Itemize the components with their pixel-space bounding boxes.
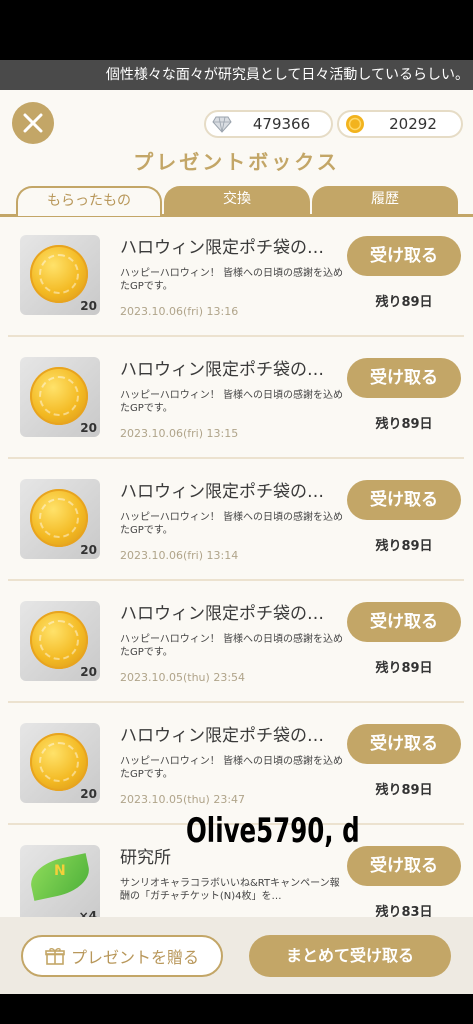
item-thumbnail: 20 (20, 601, 100, 681)
gem-count: 479366 (252, 115, 311, 133)
receive-button[interactable]: 受け取る (347, 480, 461, 520)
item-title: ハロウィン限定ポチ袋の… (120, 360, 324, 380)
gold-coin-icon (30, 489, 88, 547)
receive-all-button[interactable]: まとめて受け取る (249, 935, 451, 977)
status-bar (0, 0, 473, 60)
item-date: 2023.10.05(thu) 23:54 (120, 671, 246, 684)
coin-counter: 20292 (337, 110, 463, 138)
item-date: 2023.10.06(fri) 13:15 (120, 427, 239, 440)
tab-bar: もらったもの 交換 履歴 (0, 186, 473, 216)
item-title: ハロウィン限定ポチ袋の… (120, 482, 324, 502)
item-thumbnail: 20 (20, 723, 100, 803)
item-thumbnail: N ×4 (20, 845, 100, 917)
item-description: ハッピーハロウィン！ 皆様への日頃の感謝を込めたGPです。 (120, 634, 343, 658)
item-title: ハロウィン限定ポチ袋の… (120, 604, 324, 624)
tab-exchange[interactable]: 交換 (164, 186, 310, 214)
receive-button[interactable]: 受け取る (347, 724, 461, 764)
watermark-text: Olive5790, d (186, 811, 360, 851)
receive-button[interactable]: 受け取る (347, 236, 461, 276)
gold-coin-icon (30, 611, 88, 669)
send-present-button[interactable]: プレゼントを贈る (21, 935, 223, 977)
item-quantity: 20 (80, 299, 97, 313)
item-thumbnail: 20 (20, 235, 100, 315)
ticket-letter: N (54, 863, 66, 879)
close-icon (23, 113, 43, 133)
news-ticker: 個性様々な面々が研究員として日々活動しているらしい。 (0, 60, 473, 90)
item-quantity: 20 (80, 665, 97, 679)
item-thumbnail: 20 (20, 357, 100, 437)
gold-coin-icon (30, 367, 88, 425)
remaining-days: 残り89日 (375, 661, 433, 676)
item-description: ハッピーハロウィン！ 皆様への日頃の感謝を込めたGPです。 (120, 512, 343, 536)
remaining-days: 残り89日 (375, 295, 433, 310)
remaining-days: 残り83日 (375, 905, 433, 917)
tab-history[interactable]: 履歴 (312, 186, 458, 214)
item-date: 2023.10.06(fri) 13:14 (120, 549, 239, 562)
remaining-days: 残り89日 (375, 539, 433, 554)
item-quantity: 20 (80, 787, 97, 801)
item-date: 2023.10.05(thu) 23:47 (120, 793, 246, 806)
list-item: 20 ハロウィン限定ポチ袋の… ハッピーハロウィン！ 皆様への日頃の感謝を込めた… (8, 217, 464, 337)
remaining-days: 残り89日 (375, 783, 433, 798)
item-thumbnail: 20 (20, 479, 100, 559)
item-description: ハッピーハロウィン！ 皆様への日頃の感謝を込めたGPです。 (120, 268, 343, 292)
receive-button[interactable]: 受け取る (347, 602, 461, 642)
item-title: ハロウィン限定ポチ袋の… (120, 726, 324, 746)
list-item: 20 ハロウィン限定ポチ袋の… ハッピーハロウィン！ 皆様への日頃の感謝を込めた… (8, 461, 464, 581)
gold-coin-icon (30, 733, 88, 791)
item-quantity: 20 (80, 543, 97, 557)
coin-icon (346, 115, 364, 133)
tab-received[interactable]: もらったもの (16, 186, 162, 216)
send-present-label: プレゼントを贈る (70, 948, 199, 967)
item-quantity: ×4 (78, 909, 97, 917)
gold-coin-icon (30, 245, 88, 303)
diamond-icon (212, 116, 232, 133)
item-description: ハッピーハロウィン！ 皆様への日頃の感謝を込めたGPです。 (120, 390, 343, 414)
present-box-screen: 479366 20292 プレゼントボックス もらったもの 交換 履歴 20 ハ… (0, 90, 473, 994)
item-date: 2023.10.06(fri) 13:16 (120, 305, 239, 318)
gift-icon (45, 948, 65, 965)
list-item: 20 ハロウィン限定ポチ袋の… ハッピーハロウィン！ 皆様への日頃の感謝を込めた… (8, 339, 464, 459)
remaining-days: 残り89日 (375, 417, 433, 432)
close-button[interactable] (12, 102, 54, 144)
list-item: 20 ハロウィン限定ポチ袋の… ハッピーハロウィン！ 皆様への日頃の感謝を込めた… (8, 705, 464, 825)
bottom-bar (0, 994, 473, 1024)
item-description: ハッピーハロウィン！ 皆様への日頃の感謝を込めたGPです。 (120, 756, 343, 780)
coin-count: 20292 (389, 115, 437, 133)
gem-counter: 479366 (204, 110, 333, 138)
item-quantity: 20 (80, 421, 97, 435)
page-title: プレゼントボックス (133, 150, 340, 174)
footer-bar: プレゼントを贈る まとめて受け取る (0, 917, 473, 994)
item-description: サンリオキャラコラボいいね&RTキャンペーン報酬の「ガチャチケット(N)4枚」を… (120, 878, 340, 902)
receive-button[interactable]: 受け取る (347, 358, 461, 398)
item-title: ハロウィン限定ポチ袋の… (120, 238, 324, 258)
receive-button[interactable]: 受け取る (347, 846, 461, 886)
list-item: 20 ハロウィン限定ポチ袋の… ハッピーハロウィン！ 皆様への日頃の感謝を込めた… (8, 583, 464, 703)
